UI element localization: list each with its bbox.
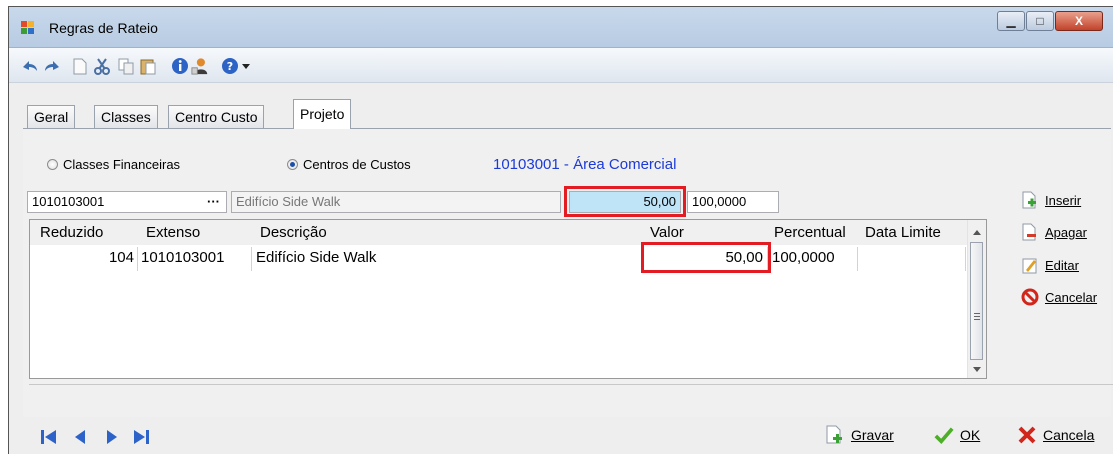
editar-label: Editar	[1045, 257, 1079, 273]
paste-icon[interactable]	[139, 57, 157, 75]
cell-reduzido: 104	[30, 247, 138, 271]
info-icon[interactable]	[171, 57, 189, 75]
cell-data-limite	[858, 247, 966, 271]
cell-percentual: 100,0000	[768, 247, 858, 271]
first-record-icon[interactable]	[39, 427, 59, 447]
editar-button[interactable]: Editar	[1021, 256, 1079, 274]
rateio-grid: Reduzido Extenso Descrição Valor Percent…	[29, 219, 987, 379]
close-icon: X	[1074, 14, 1083, 28]
new-icon[interactable]	[71, 57, 89, 75]
insert-icon	[1021, 191, 1039, 209]
inserir-label: Inserir	[1045, 192, 1082, 208]
valor-value: 50,00	[643, 194, 676, 209]
checkmark-icon	[934, 425, 954, 445]
radio-button-icon	[47, 159, 58, 170]
radio-centros-custos[interactable]: Centros de Custos	[287, 157, 411, 172]
gravar-button[interactable]: Gravar	[825, 425, 894, 445]
tab-classes[interactable]: Classes	[94, 105, 158, 129]
lookup-button[interactable]: ···	[207, 192, 220, 212]
dropdown-icon[interactable]	[241, 57, 251, 75]
descricao-field: Edifício Side Walk	[231, 191, 561, 213]
save-icon	[825, 425, 845, 445]
app-window: Regras de Rateio ▁ □ X ? Geral Classes C…	[8, 6, 1113, 454]
help-icon[interactable]: ?	[221, 57, 239, 75]
col-data-limite[interactable]: Data Limite	[865, 224, 941, 241]
title-bar: Regras de Rateio ▁ □ X	[9, 7, 1113, 48]
undo-icon[interactable]	[21, 57, 39, 75]
table-row[interactable]: 104 1010103001 Edifício Side Walk 50,00 …	[30, 245, 968, 271]
codigo-field[interactable]: 1010103001 ···	[27, 191, 227, 213]
centro-custo-link[interactable]: 10103001 - Área Comercial	[493, 156, 676, 173]
tab-geral-label: Geral	[34, 109, 69, 125]
tab-geral[interactable]: Geral	[27, 105, 76, 129]
col-valor[interactable]: Valor	[650, 224, 684, 241]
cancela-label: Cancela	[1043, 427, 1095, 443]
minimize-button[interactable]: ▁	[997, 11, 1025, 31]
svg-text:?: ?	[227, 60, 233, 73]
cut-icon[interactable]	[93, 57, 111, 75]
window-title: Regras de Rateio	[49, 20, 158, 36]
cancelar-label: Cancelar	[1045, 289, 1098, 305]
cancelar-button[interactable]: Cancelar	[1021, 288, 1097, 306]
tab-centro-custo[interactable]: Centro Custo	[168, 105, 265, 129]
scroll-thumb[interactable]	[970, 242, 983, 360]
close-button[interactable]: X	[1055, 11, 1103, 31]
status-divider	[29, 384, 1113, 385]
radio-centros-custos-label: Centros de Custos	[303, 157, 411, 172]
tab-projeto-label: Projeto	[300, 106, 345, 122]
cancel-icon	[1021, 288, 1039, 306]
maximize-button[interactable]: □	[1026, 11, 1054, 31]
percentual-value: 100,0000	[692, 194, 747, 209]
col-descricao[interactable]: Descrição	[260, 224, 327, 241]
minimize-icon: ▁	[1006, 14, 1016, 28]
gravar-label: Gravar	[851, 427, 894, 443]
cancela-button[interactable]: Cancela	[1017, 425, 1094, 445]
percentual-field[interactable]: 100,0000	[687, 191, 779, 213]
cell-valor: 50,00	[644, 247, 768, 271]
user-icon[interactable]	[191, 57, 209, 75]
scroll-down-icon[interactable]	[968, 363, 986, 377]
col-extenso[interactable]: Extenso	[146, 224, 200, 241]
inserir-button[interactable]: Inserir	[1021, 191, 1081, 209]
app-logo-icon	[21, 21, 35, 35]
close-x-icon	[1017, 425, 1037, 445]
grid-header: Reduzido Extenso Descrição Valor Percent…	[30, 220, 968, 245]
previous-record-icon[interactable]	[71, 427, 91, 447]
redo-icon[interactable]	[43, 57, 61, 75]
copy-icon[interactable]	[117, 57, 135, 75]
tab-classes-label: Classes	[101, 109, 151, 125]
radio-classes-financeiras[interactable]: Classes Financeiras	[47, 157, 180, 172]
last-record-icon[interactable]	[131, 427, 151, 447]
radio-classes-financeiras-label: Classes Financeiras	[63, 157, 181, 172]
toolbar: ?	[9, 48, 1113, 83]
cell-descricao: Edifício Side Walk	[252, 247, 644, 271]
col-reduzido[interactable]: Reduzido	[40, 224, 103, 241]
radio-button-selected-icon	[287, 159, 298, 170]
apagar-label: Apagar	[1045, 224, 1087, 240]
ok-label: OK	[960, 427, 981, 443]
ok-button[interactable]: OK	[934, 425, 980, 445]
apagar-button[interactable]: Apagar	[1021, 223, 1087, 241]
tab-projeto[interactable]: Projeto	[293, 99, 352, 129]
delete-icon	[1021, 223, 1039, 241]
col-percentual[interactable]: Percentual	[774, 224, 846, 241]
cell-extenso: 1010103001	[138, 247, 252, 271]
descricao-value: Edifício Side Walk	[236, 194, 341, 209]
edit-icon	[1021, 256, 1039, 274]
maximize-icon: □	[1036, 14, 1044, 28]
scroll-up-icon[interactable]	[968, 226, 986, 240]
valor-field[interactable]: 50,00	[569, 191, 681, 213]
next-record-icon[interactable]	[101, 427, 121, 447]
tab-centro-custo-label: Centro Custo	[175, 109, 258, 125]
codigo-value: 1010103001	[32, 194, 105, 209]
grid-scrollbar[interactable]	[967, 220, 986, 378]
